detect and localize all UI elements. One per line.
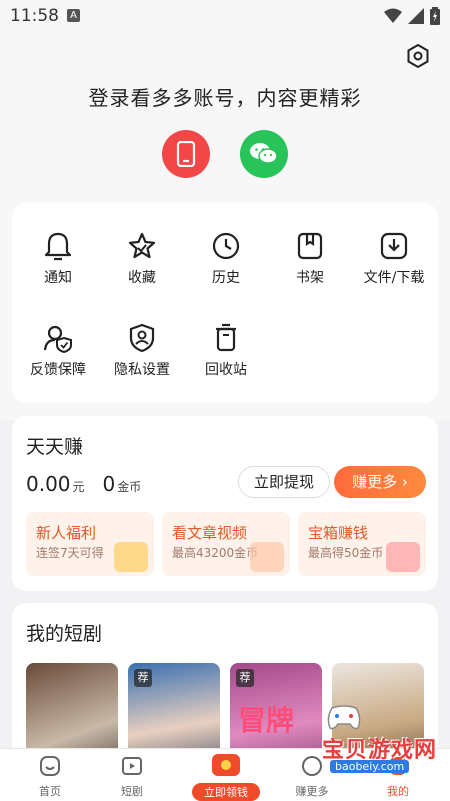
gift-icon xyxy=(386,542,420,572)
home-icon xyxy=(40,756,60,776)
tool-label: 历史 xyxy=(212,270,240,286)
video-icon xyxy=(122,757,142,775)
cash-value: 0.00 xyxy=(26,472,71,496)
tool-label: 隐私设置 xyxy=(114,362,170,378)
withdraw-button[interactable]: 立即提现 xyxy=(238,466,330,498)
watermark-url: baobeiy.com xyxy=(330,760,410,773)
coin-icon xyxy=(250,542,284,572)
phone-icon xyxy=(176,141,196,167)
earn-more-button[interactable]: 赚更多 › xyxy=(334,466,426,498)
nav-label: 立即领钱 xyxy=(192,783,260,801)
tool-notification[interactable]: 通知 xyxy=(18,231,98,287)
promo-title: 宝箱赚钱 xyxy=(308,524,369,542)
wechat-icon xyxy=(250,143,278,164)
signal-icon xyxy=(408,8,424,24)
recommend-tag: 荐 xyxy=(236,669,254,687)
coin-value: 0 xyxy=(102,472,116,496)
battery-icon xyxy=(430,7,440,25)
tool-label: 反馈保障 xyxy=(30,362,86,378)
red-envelope-icon xyxy=(212,754,240,776)
notification-icon: A xyxy=(67,9,80,22)
cash-unit: 元 xyxy=(72,480,85,494)
tool-history[interactable]: 历史 xyxy=(186,231,266,287)
wifi-icon xyxy=(384,8,402,23)
tool-bookshelf[interactable]: 书架 xyxy=(270,231,350,287)
nav-label: 首页 xyxy=(39,785,61,798)
promo-treasure[interactable]: 宝箱赚钱 最高得50金币 xyxy=(298,512,426,576)
gamepad-icon xyxy=(327,705,361,730)
tool-label: 回收站 xyxy=(205,362,247,378)
tool-recycle-bin[interactable]: 回收站 xyxy=(186,323,266,379)
poster-text: 冒牌 xyxy=(238,704,295,737)
tool-feedback[interactable]: 反馈保障 xyxy=(18,323,98,379)
feedback-icon xyxy=(43,325,72,353)
tool-favorites[interactable]: 收藏 xyxy=(102,231,182,287)
nav-home[interactable]: 首页 xyxy=(20,755,80,799)
watermark: 宝贝游戏网 baobeiy.com xyxy=(300,705,448,780)
coin-unit: 金币 xyxy=(117,480,142,494)
login-title: 登录看多多账号，内容更精彩 xyxy=(88,86,362,110)
promo-subtitle: 最高得50金币 xyxy=(308,546,384,560)
nav-label: 赚更多 xyxy=(295,785,329,798)
clock-icon xyxy=(212,232,240,260)
tool-label: 通知 xyxy=(44,270,72,286)
settings-button[interactable] xyxy=(405,43,431,69)
nav-label: 我的 xyxy=(387,785,409,798)
promo-newbie[interactable]: 新人福利 连签7天可得 xyxy=(26,512,154,576)
tool-downloads[interactable]: 文件/下载 xyxy=(354,231,434,287)
status-bar: 11:58 A xyxy=(0,0,450,34)
balance: 0.00 元 0 金币 xyxy=(26,472,141,496)
nav-short-drama[interactable]: 短剧 xyxy=(102,755,162,799)
status-time: 11:58 xyxy=(10,6,59,26)
settings-icon xyxy=(407,43,429,69)
calendar-icon xyxy=(114,542,148,572)
wechat-login-button[interactable] xyxy=(240,130,288,178)
star-icon xyxy=(128,232,156,259)
bell-icon xyxy=(44,232,72,261)
promo-subtitle: 连签7天可得 xyxy=(36,546,104,560)
earn-card: 天天赚 0.00 元 0 金币 立即提现 赚更多 › 新人福利 连签7天可得 看… xyxy=(12,416,438,591)
tool-label: 文件/下载 xyxy=(363,270,425,286)
download-icon xyxy=(380,232,408,260)
recommend-tag: 荐 xyxy=(134,669,152,687)
drama-title: 我的短剧 xyxy=(26,623,103,645)
phone-login-button[interactable] xyxy=(162,130,210,178)
privacy-icon xyxy=(129,323,155,353)
bookmark-icon xyxy=(297,232,323,260)
tool-label: 书架 xyxy=(296,270,324,286)
tool-label: 收藏 xyxy=(128,270,156,286)
promo-subtitle: 最高43200金币 xyxy=(172,546,259,560)
earn-title: 天天赚 xyxy=(26,436,84,458)
trash-icon xyxy=(216,323,236,352)
promo-title: 看文章视频 xyxy=(172,524,248,542)
nav-label: 短剧 xyxy=(121,785,143,798)
tool-privacy[interactable]: 隐私设置 xyxy=(102,323,182,379)
promo-title: 新人福利 xyxy=(36,524,97,542)
status-icons xyxy=(384,7,440,25)
promo-articles[interactable]: 看文章视频 最高43200金币 xyxy=(162,512,290,576)
tools-card: 通知 收藏 历史 书架 文件/下载 反馈保障 隐私设置 回收站 xyxy=(12,203,438,403)
nav-claim-money[interactable]: 立即领钱 xyxy=(192,753,260,801)
